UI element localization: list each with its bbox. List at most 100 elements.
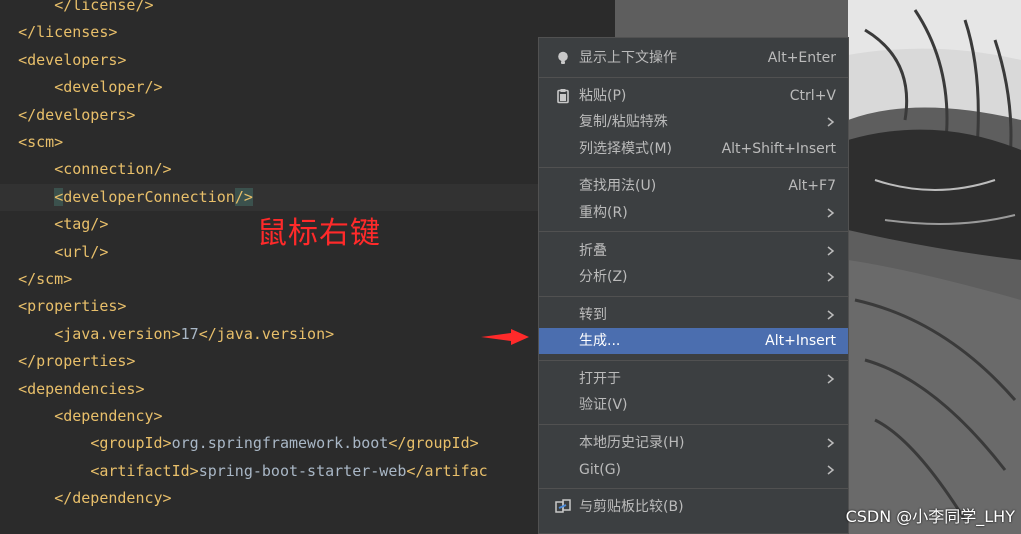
context-menu: 显示上下文操作 Alt+Enter 粘贴(P) Ctrl+V 复制/粘贴特殊 列选择模式(… bbox=[538, 37, 849, 534]
code-line[interactable]: <properties> bbox=[0, 293, 615, 320]
code-tag: <tag/> bbox=[54, 215, 109, 234]
menu-separator bbox=[539, 359, 848, 361]
menu-item[interactable]: 复制/粘贴特殊 bbox=[539, 109, 848, 135]
code-line[interactable]: <scm> bbox=[0, 129, 615, 156]
code-line[interactable]: </licenses> bbox=[0, 19, 615, 46]
menu-item[interactable]: 列选择模式(M) Alt+Shift+Insert bbox=[539, 136, 848, 162]
code-tag: <properties> bbox=[18, 297, 127, 316]
code-tag: </developers> bbox=[18, 105, 136, 124]
chevron-right-icon bbox=[827, 246, 835, 256]
menu-item-label: 粘贴(P) bbox=[579, 87, 627, 104]
code-tag: <connection/> bbox=[54, 160, 172, 179]
menu-item[interactable]: 本地历史记录(H) bbox=[539, 430, 848, 456]
menu-item-label: Git(G) bbox=[579, 461, 621, 478]
red-arrow-icon bbox=[481, 329, 529, 345]
menu-item[interactable]: 转到 bbox=[539, 302, 848, 328]
watermark: CSDN @小李同学_LHY bbox=[845, 507, 1015, 526]
chevron-right-icon bbox=[827, 117, 835, 127]
menu-item-label: 本地历史记录(H) bbox=[579, 435, 685, 452]
code-line[interactable]: <developerConnection/> bbox=[0, 183, 615, 211]
menu-item-label: 分析(Z) bbox=[579, 268, 628, 285]
annotation-text: 鼠标右键 bbox=[257, 216, 381, 251]
lightbulb-icon bbox=[558, 51, 568, 64]
menu-item[interactable]: 显示上下文操作 Alt+Enter bbox=[539, 45, 848, 71]
code-tag: </license/> bbox=[54, 0, 154, 14]
menu-item-shortcut: Alt+Shift+Insert bbox=[721, 140, 836, 157]
menu-item-label: 转到 bbox=[579, 306, 607, 323]
code-tag: </properties> bbox=[18, 352, 136, 371]
code-line[interactable]: </dependency> bbox=[0, 485, 615, 512]
menu-separator bbox=[539, 167, 848, 169]
menu-item-label: 重构(R) bbox=[579, 204, 628, 221]
menu-item[interactable]: 折叠 bbox=[539, 238, 848, 264]
code-text: spring-boot-starter-web bbox=[198, 461, 407, 480]
clipboard-icon bbox=[557, 88, 569, 104]
menu-item-shortcut: Alt+F7 bbox=[788, 178, 836, 195]
code-tag: < bbox=[54, 187, 64, 206]
code-line[interactable]: <connection/> bbox=[0, 156, 615, 183]
menu-item-label: 复制/粘贴特殊 bbox=[579, 114, 668, 131]
menu-item-label: 列选择模式(M) bbox=[579, 140, 673, 157]
chevron-right-icon bbox=[827, 272, 835, 282]
code-tag: <dependencies> bbox=[18, 379, 145, 398]
code-tag: <developer/> bbox=[54, 78, 163, 97]
menu-item[interactable]: 分析(Z) bbox=[539, 264, 848, 290]
menu-item-label: 打开于 bbox=[579, 371, 621, 387]
code-tag: </dependency> bbox=[54, 489, 172, 508]
menu-item[interactable]: 生成... Alt+Insert bbox=[539, 328, 848, 355]
menu-item[interactable]: 与剪贴板比较(B) bbox=[539, 494, 848, 520]
code-line[interactable]: </developers> bbox=[0, 102, 615, 129]
code-tag: <scm> bbox=[18, 133, 64, 151]
menu-item-shortcut: Alt+Insert bbox=[765, 333, 836, 350]
menu-item-label: 折叠 bbox=[579, 242, 607, 259]
code-tag: <dependency> bbox=[54, 407, 163, 425]
code-line[interactable]: </license/> bbox=[0, 0, 615, 19]
code-line[interactable]: <developer/> bbox=[0, 74, 615, 101]
code-line[interactable]: <dependencies> bbox=[0, 376, 615, 403]
code-editor[interactable]: </license/> </licenses> <developers> <de… bbox=[0, 0, 615, 534]
code-tag: <url/> bbox=[54, 242, 109, 261]
code-line[interactable]: </properties> bbox=[0, 348, 615, 375]
code-tag: <java.version> bbox=[54, 324, 181, 343]
code-tag: </groupId> bbox=[388, 434, 479, 453]
chevron-right-icon bbox=[827, 310, 835, 320]
chevron-right-icon bbox=[827, 374, 835, 384]
code-tag: <artifactId> bbox=[90, 461, 199, 480]
menu-item-label: 与剪贴板比较(B) bbox=[579, 499, 684, 516]
chevron-right-icon bbox=[827, 464, 835, 475]
menu-item-label: 验证(V) bbox=[579, 397, 628, 414]
menu-separator bbox=[539, 295, 848, 297]
code-tag: developerConnection bbox=[63, 187, 235, 206]
code-tag: <developers> bbox=[18, 50, 127, 69]
code-tag: /> bbox=[234, 187, 253, 206]
menu-separator bbox=[539, 76, 848, 78]
code-tag: </java.version> bbox=[198, 324, 335, 343]
menu-separator bbox=[539, 488, 848, 490]
code-text: 17 bbox=[180, 324, 199, 343]
chevron-right-icon bbox=[827, 438, 835, 448]
code-line[interactable]: <artifactId>spring-boot-starter-web</art… bbox=[0, 458, 615, 485]
menu-item[interactable]: 重构(R) bbox=[539, 200, 848, 226]
menu-item[interactable]: 查找用法(U) Alt+F7 bbox=[539, 173, 848, 199]
code-line[interactable]: <dependency> bbox=[0, 403, 615, 430]
menu-item-shortcut: Ctrl+V bbox=[789, 87, 836, 104]
code-tag: </scm> bbox=[18, 270, 73, 288]
chevron-right-icon bbox=[827, 208, 835, 218]
code-line[interactable]: </scm> bbox=[0, 266, 615, 293]
menu-item-shortcut: Alt+Enter bbox=[767, 50, 836, 66]
menu-item[interactable]: 验证(V) bbox=[539, 392, 848, 418]
code-line[interactable]: <groupId>org.springframework.boot</group… bbox=[0, 430, 615, 457]
code-tag: </licenses> bbox=[18, 23, 118, 42]
menu-separator bbox=[539, 231, 848, 233]
menu-separator bbox=[539, 423, 848, 425]
code-line[interactable]: <developers> bbox=[0, 47, 615, 74]
menu-item-label: 显示上下文操作 bbox=[579, 50, 677, 66]
menu-item-label: 查找用法(U) bbox=[579, 178, 657, 195]
code-text: org.springframework.boot bbox=[171, 434, 389, 453]
menu-item[interactable]: 打开于 bbox=[539, 366, 848, 392]
menu-item-label: 生成... bbox=[579, 333, 621, 350]
code-tag: <groupId> bbox=[90, 434, 172, 453]
menu-item[interactable]: Git(G) bbox=[539, 457, 848, 483]
menu-item[interactable]: 粘贴(P) Ctrl+V bbox=[539, 83, 848, 109]
compare-icon bbox=[555, 499, 571, 514]
